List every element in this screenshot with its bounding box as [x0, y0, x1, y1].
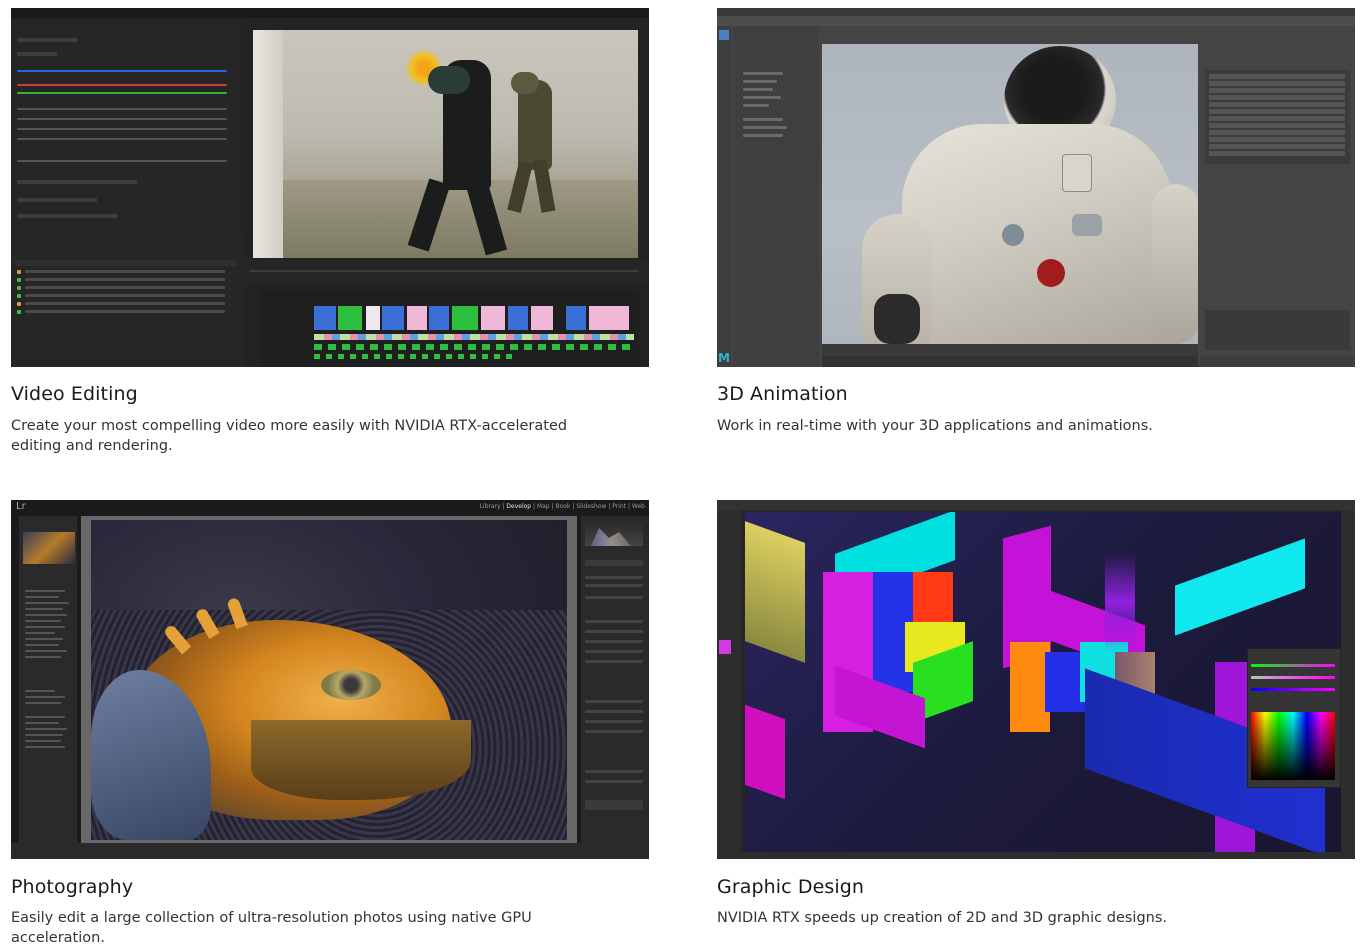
color-spectrum	[1251, 712, 1335, 780]
card-title: Graphic Design	[717, 876, 865, 898]
card-description: Easily edit a large collection of ultra-…	[11, 910, 532, 946]
card-description: Work in real-time with your 3D applicati…	[717, 418, 1153, 434]
card-description: NVIDIA RTX speeds up creation of 2D and …	[717, 910, 1168, 926]
card-description: Create your most compelling video more e…	[11, 418, 568, 454]
graphic-design-screenshot	[717, 500, 1355, 859]
module-book[interactable]: Book	[555, 503, 570, 510]
video-editing-screenshot	[11, 8, 649, 367]
module-web[interactable]: Web	[632, 503, 645, 510]
navigator-thumbnail	[23, 532, 75, 564]
maya-logo-icon: M	[718, 351, 730, 365]
module-develop[interactable]: Develop	[506, 503, 531, 510]
photography-screenshot: Lr Library | Develop | Map | Book | Slid…	[11, 500, 649, 859]
program-monitor-frame	[253, 30, 638, 258]
3d-animation-screenshot: M	[717, 8, 1355, 367]
lightroom-logo: Lr	[16, 501, 26, 512]
histogram	[585, 522, 643, 546]
card-title: Photography	[11, 876, 134, 898]
card-title: 3D Animation	[717, 383, 848, 405]
viewport	[822, 44, 1198, 344]
module-slideshow[interactable]: Slideshow	[576, 503, 606, 510]
card-title: Video Editing	[11, 383, 138, 405]
lightroom-module-bar: Library | Develop | Map | Book | Slidesh…	[479, 503, 645, 510]
module-map[interactable]: Map	[537, 503, 550, 510]
module-print[interactable]: Print	[612, 503, 626, 510]
module-library[interactable]: Library	[480, 503, 501, 510]
